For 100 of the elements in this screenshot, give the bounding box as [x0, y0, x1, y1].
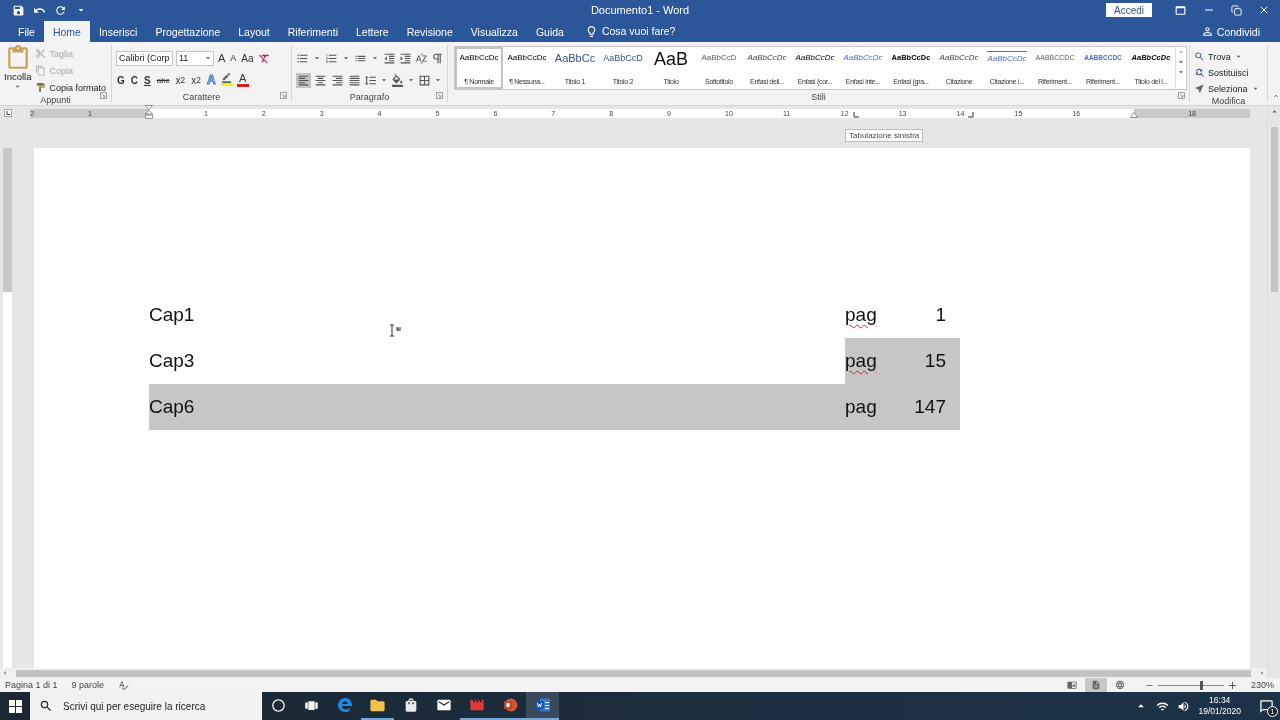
- tell-me-field[interactable]: Cosa vuoi fare?: [601, 21, 676, 42]
- align-right-icon: [331, 73, 344, 87]
- wifi-icon[interactable]: [1156, 699, 1170, 713]
- scroll-thumb[interactable]: [16, 669, 1251, 677]
- group-label: Paragrafo: [349, 92, 390, 102]
- replace-icon: [1194, 67, 1205, 78]
- document-app-icon[interactable]: [534, 697, 551, 713]
- window-title: Documento1 - Word: [590, 4, 690, 16]
- scroll-thumb[interactable]: [1270, 127, 1278, 292]
- editing-button[interactable]: Trova: [1194, 49, 1260, 64]
- paintbrush-icon: [35, 82, 47, 93]
- ribbon-tab[interactable]: Home: [43, 21, 90, 42]
- film-icon[interactable]: [468, 697, 485, 713]
- word-count[interactable]: 9 parole: [71, 680, 105, 690]
- taskbar-app[interactable]: [526, 692, 559, 720]
- sort-icon[interactable]: [415, 51, 428, 65]
- tab-selector-icon[interactable]: [4, 109, 12, 117]
- format-button[interactable]: G: [116, 72, 126, 88]
- page-number: 147: [913, 396, 946, 418]
- style-sample: AaBbCc: [554, 51, 596, 65]
- speaker-icon[interactable]: [1177, 699, 1191, 713]
- clipboard-button[interactable]: Copia formato: [35, 80, 106, 95]
- group-label: Stili: [811, 92, 826, 102]
- chapter-title: Cap1: [149, 304, 196, 326]
- ribbon-tab[interactable]: File: [9, 21, 44, 42]
- zoom-thumb[interactable]: [1199, 680, 1203, 690]
- ribbon-tab[interactable]: Progettazione: [146, 21, 230, 42]
- edge-icon[interactable]: [336, 697, 353, 713]
- ribbon-tab[interactable]: Visualizza: [461, 21, 527, 42]
- taskbar-search-field[interactable]: Scrivi qui per eseguire la ricerca: [61, 699, 262, 713]
- line-spacing-icon[interactable]: [364, 73, 377, 87]
- envelope-icon[interactable]: [435, 697, 452, 713]
- clock-time[interactable]: 16:34: [1209, 695, 1231, 706]
- search-icon: [39, 699, 53, 713]
- vertical-scrollbar[interactable]: [1267, 106, 1280, 678]
- font-size-field[interactable]: 11: [176, 50, 214, 66]
- ribbon-tab[interactable]: Guida: [526, 21, 573, 42]
- format-button[interactable]: abc: [155, 72, 171, 88]
- style-sample: AaBbCcD: [603, 52, 643, 65]
- highlight-button[interactable]: [220, 72, 233, 88]
- proofing-icon[interactable]: [118, 679, 130, 691]
- pilcrow-icon[interactable]: [431, 51, 444, 65]
- page-count[interactable]: Pagina 1 di 1: [5, 680, 58, 690]
- font-color-button[interactable]: A: [236, 72, 249, 88]
- borders-icon[interactable]: [418, 73, 431, 87]
- align-left-icon: [297, 73, 310, 87]
- horizontal-scrollbar[interactable]: [0, 668, 1267, 678]
- ribbon-tab[interactable]: Layout: [229, 21, 279, 42]
- editing-button[interactable]: Seleziona: [1194, 81, 1260, 96]
- globe-icon: [1114, 680, 1125, 690]
- clock-date[interactable]: 19/01/2020: [1198, 706, 1241, 717]
- taskbar-search-box[interactable]: Scrivi qui per eseguire la ricerca: [30, 692, 262, 720]
- shrink-font-button[interactable]: A: [229, 50, 238, 66]
- decrease-indent-icon[interactable]: [383, 51, 396, 65]
- tab-stop-icon[interactable]: [968, 111, 974, 118]
- right-indent-marker-icon[interactable]: [1130, 111, 1138, 118]
- windows-logo-icon: [8, 699, 22, 713]
- page-prefix: pag: [845, 350, 877, 371]
- chapter-title: Cap3: [149, 350, 196, 372]
- group-label: Carattere: [182, 92, 221, 102]
- tab-stop-icon[interactable]: [853, 111, 859, 118]
- page-prefix: pag: [845, 396, 877, 417]
- restore-icon[interactable]: [1231, 4, 1242, 16]
- pointer-icon: [1194, 83, 1205, 94]
- ribbon-display-icon[interactable]: [1174, 3, 1187, 17]
- ribbon-tab[interactable]: Revisione: [397, 21, 462, 42]
- share-button[interactable]: Condividi: [1194, 21, 1266, 42]
- view-button[interactable]: [1084, 678, 1107, 692]
- increase-indent-icon[interactable]: [399, 51, 412, 65]
- alignment-button[interactable]: [296, 72, 311, 88]
- style-sample: AaBbCcDc: [459, 52, 499, 64]
- ribbon-tab[interactable]: Lettere: [346, 21, 398, 42]
- format-button[interactable]: S: [143, 72, 152, 88]
- change-case-button[interactable]: Aa: [240, 50, 255, 66]
- sign-in-button[interactable]: Accedi: [1106, 3, 1152, 17]
- grow-font-button[interactable]: A: [217, 50, 227, 66]
- ribbon-tab[interactable]: Riferimenti: [278, 21, 347, 42]
- person-icon: [1200, 25, 1214, 38]
- notification-icon[interactable]: [1259, 698, 1274, 714]
- paste-button[interactable]: Incolla: [4, 45, 32, 95]
- justify-icon: [348, 73, 361, 87]
- zoom-level[interactable]: 230%: [1250, 680, 1274, 690]
- save-icon[interactable]: [12, 3, 25, 17]
- presentation-app-icon[interactable]: [501, 697, 518, 713]
- font-name-field[interactable]: Calibri (Corp: [116, 50, 173, 66]
- numbered-list-icon[interactable]: [325, 51, 338, 65]
- page-number: 15: [923, 350, 946, 372]
- ribbon-tab[interactable]: Inserisci: [89, 21, 147, 42]
- indent-marker-icon[interactable]: [145, 104, 153, 119]
- editing-button[interactable]: Sostituisci: [1194, 65, 1260, 80]
- group-label: Appunti: [40, 95, 71, 105]
- page-prefix: pag: [845, 304, 877, 325]
- chapter-title: Cap6: [149, 396, 196, 418]
- zoom-in-icon[interactable]: [1227, 680, 1237, 690]
- style-sample: AaBbCcDc: [843, 52, 883, 64]
- paint-bucket-icon[interactable]: [391, 73, 404, 87]
- repeat-icon[interactable]: [54, 3, 67, 17]
- close-icon[interactable]: [1258, 4, 1270, 16]
- marker-icon: [221, 72, 233, 83]
- format-button[interactable]: C: [129, 72, 139, 88]
